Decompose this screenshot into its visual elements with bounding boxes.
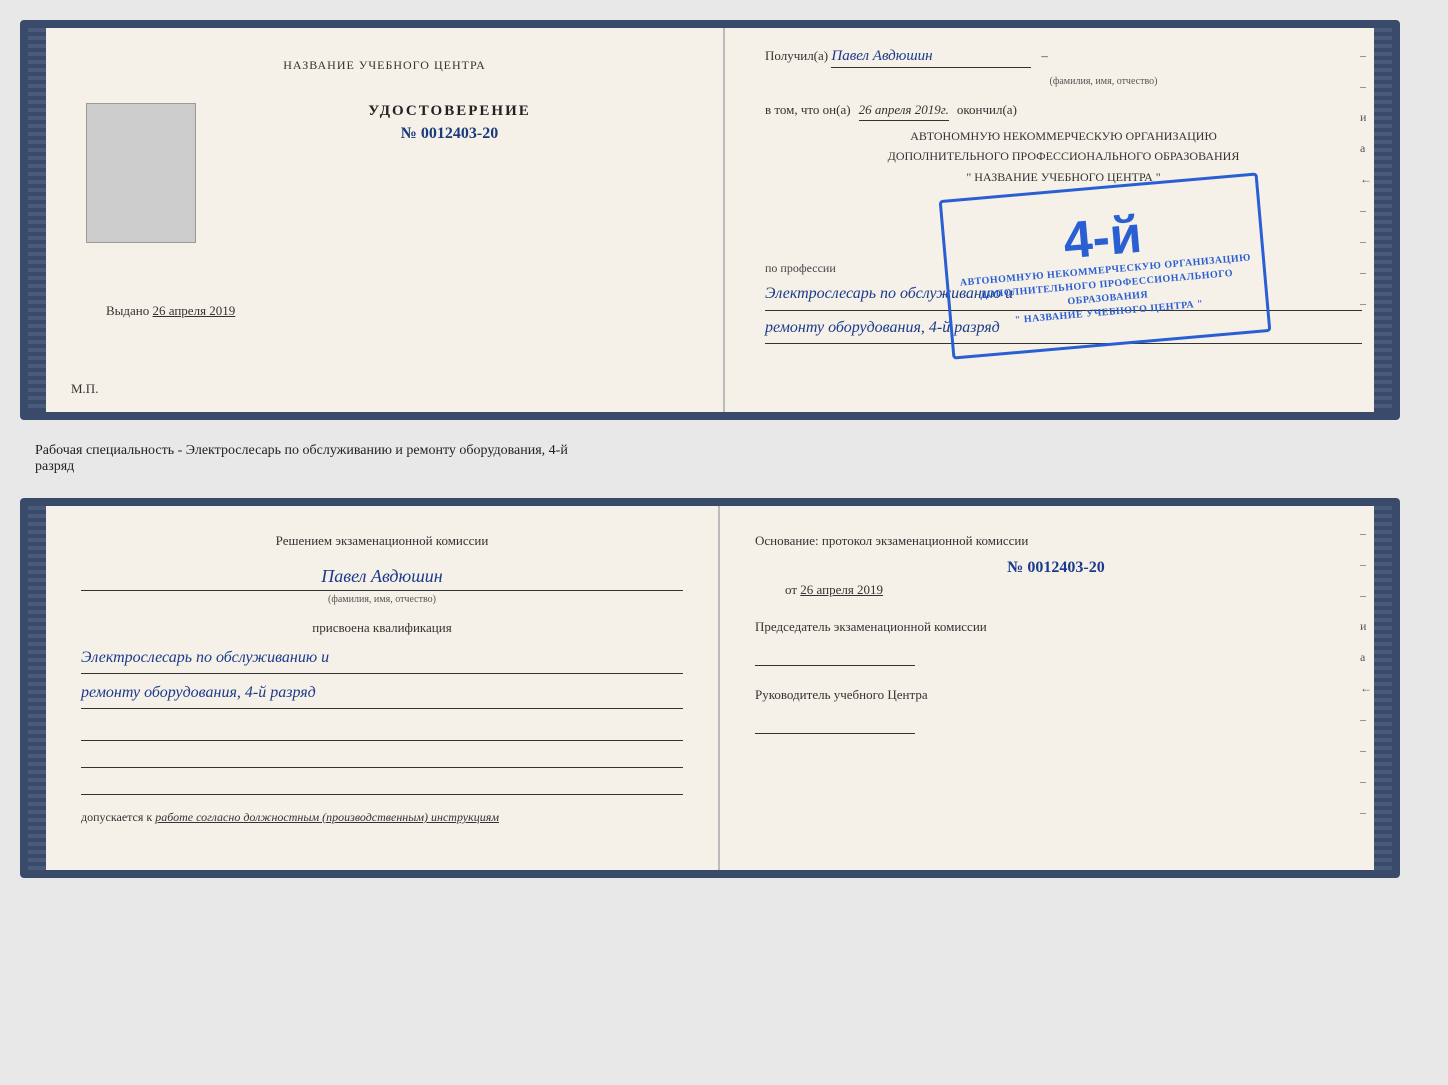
bm-dash-5: –	[1360, 743, 1372, 758]
top-document: НАЗВАНИЕ УЧЕБНОГО ЦЕНТРА УДОСТОВЕРЕНИЕ №…	[20, 20, 1400, 420]
protocol-number: № 0012403-20	[755, 559, 1357, 577]
bm-dash-7: –	[1360, 805, 1372, 820]
rukovoditel-block: Руководитель учебного Центра	[755, 686, 1357, 734]
doc-right-panel: Получил(а) Павел Авдюшин – (фамилия, имя…	[725, 28, 1392, 412]
margin-item-a: а	[1360, 141, 1372, 156]
date-value: 26 апреля 2019	[800, 582, 883, 597]
qual-line1: Электрослесарь по обслуживанию и	[81, 644, 683, 674]
mp-label: М.П.	[71, 381, 98, 397]
issued-label: Выдано	[106, 303, 149, 318]
osnov-label: Основание: протокол экзаменационной коми…	[755, 531, 1357, 551]
blank-lines	[81, 719, 683, 795]
bottom-document: Решением экзаменационной комиссии Павел …	[20, 498, 1400, 878]
predsedatel-block: Председатель экзаменационной комиссии	[755, 618, 1357, 666]
org-name: " НАЗВАНИЕ УЧЕБНОГО ЦЕНТРА "	[765, 167, 1362, 187]
middle-line2: разряд	[35, 459, 1413, 475]
doc-type-label: УДОСТОВЕРЕНИЕ	[368, 103, 531, 120]
fio-hint-top: (фамилия, имя, отчество)	[845, 76, 1362, 87]
bm-dash-4: –	[1360, 712, 1372, 727]
profession-value: Электрослесарь по обслуживанию и ремонту…	[765, 281, 1362, 344]
margin-item-arrow: ←	[1360, 172, 1372, 187]
margin-item-dash-4: –	[1360, 234, 1372, 249]
bm-a: а	[1360, 650, 1372, 665]
dash: –	[1041, 48, 1048, 64]
right-side-lines	[1374, 28, 1392, 412]
blank-line-1	[81, 719, 683, 741]
bm-dash-1: –	[1360, 526, 1372, 541]
spine-left	[28, 28, 46, 412]
profession-line2: ремонту оборудования, 4-й разряд	[765, 315, 1362, 345]
dopuskaetsya-label: допускается к	[81, 810, 152, 824]
bottom-right-margin: – – – и а ← – – – –	[1360, 526, 1372, 820]
cert-left-text: УДОСТОВЕРЕНИЕ № 0012403-20	[216, 103, 683, 143]
margin-item-dash-3: –	[1360, 203, 1372, 218]
bottom-right-panel: Основание: протокол экзаменационной коми…	[720, 506, 1392, 870]
stamp-rank: 4-й	[1061, 209, 1143, 268]
komissia-title: Решением экзаменационной комиссии	[81, 531, 683, 551]
rukovoditel-sig-line	[755, 712, 915, 734]
blank-line-2	[81, 746, 683, 768]
margin-item-dash-6: –	[1360, 296, 1372, 311]
dopuskaetsya-value: работе согласно должностным (производств…	[155, 810, 499, 824]
margin-item-dash-5: –	[1360, 265, 1372, 280]
doc-left-panel: НАЗВАНИЕ УЧЕБНОГО ЦЕНТРА УДОСТОВЕРЕНИЕ №…	[46, 28, 725, 412]
bm-dash-3: –	[1360, 588, 1372, 603]
predsedatel-title: Председатель экзаменационной комиссии	[755, 618, 1357, 636]
okonchil-label: окончил(а)	[957, 102, 1017, 118]
dopuskaetsya-block: допускается к работе согласно должностны…	[81, 810, 683, 825]
qualification-value: Электрослесарь по обслуживанию и ремонту…	[81, 644, 683, 709]
photo-placeholder	[86, 103, 196, 243]
margin-item-dash-2: –	[1360, 79, 1372, 94]
margin-item-dash-1: –	[1360, 48, 1372, 63]
protocol-date: от 26 апреля 2019	[755, 582, 1357, 598]
org-lines: АВТОНОМНУЮ НЕКОММЕРЧЕСКУЮ ОРГАНИЗАЦИЮ ДО…	[765, 126, 1362, 187]
predsedatel-sig-line	[755, 644, 915, 666]
profession-label: по профессии	[765, 261, 1362, 276]
issued-line: Выдано 26 апреля 2019	[86, 303, 683, 319]
org-block: АВТОНОМНУЮ НЕКОММЕРЧЕСКУЮ ОРГАНИЗАЦИЮ ДО…	[765, 126, 1362, 246]
bottom-right-side-lines	[1374, 506, 1392, 870]
bm-i: и	[1360, 619, 1372, 634]
institution-name-top: НАЗВАНИЕ УЧЕБНОГО ЦЕНТРА	[283, 58, 486, 73]
page-wrapper: НАЗВАНИЕ УЧЕБНОГО ЦЕНТРА УДОСТОВЕРЕНИЕ №…	[20, 20, 1428, 878]
margin-item-i: и	[1360, 110, 1372, 125]
right-margin-items: – – и а ← – – – –	[1360, 48, 1372, 311]
bm-arrow: ←	[1360, 681, 1372, 696]
doc-number: № 0012403-20	[401, 125, 498, 143]
received-label: Получил(а)	[765, 48, 828, 64]
rukovoditel-title: Руководитель учебного Центра	[755, 686, 1357, 704]
org-line2: ДОПОЛНИТЕЛЬНОГО ПРОФЕССИОНАЛЬНОГО ОБРАЗО…	[765, 146, 1362, 166]
spine-bottom-left	[28, 506, 46, 870]
vtom-label: в том, что он(а)	[765, 102, 851, 118]
blank-line-3	[81, 773, 683, 795]
vtom-date: 26 апреля 2019г.	[859, 102, 949, 121]
name-handwritten-bottom: Павел Авдюшин	[81, 566, 683, 591]
bottom-left-panel: Решением экзаменационной комиссии Павел …	[46, 506, 720, 870]
bm-dash-6: –	[1360, 774, 1372, 789]
date-ot-label: от	[785, 582, 797, 597]
middle-text: Рабочая специальность - Электрослесарь п…	[20, 438, 1428, 480]
prisvoena-label: присвоена квалификация	[81, 620, 683, 636]
bm-dash-2: –	[1360, 557, 1372, 572]
received-row: Получил(а) Павел Авдюшин –	[765, 48, 1362, 68]
profession-line1: Электрослесарь по обслуживанию и	[765, 281, 1362, 311]
qual-line2: ремонту оборудования, 4-й разряд	[81, 679, 683, 709]
org-line1: АВТОНОМНУЮ НЕКОММЕРЧЕСКУЮ ОРГАНИЗАЦИЮ	[765, 126, 1362, 146]
recipient-name: Павел Авдюшин	[831, 48, 1031, 68]
issued-date: 26 апреля 2019	[153, 303, 236, 318]
vtom-row: в том, что он(а) 26 апреля 2019г. окончи…	[765, 102, 1362, 121]
middle-line1: Рабочая специальность - Электрослесарь п…	[35, 443, 1413, 459]
cert-left-content: УДОСТОВЕРЕНИЕ № 0012403-20	[86, 103, 683, 263]
fio-hint-bottom: (фамилия, имя, отчество)	[81, 594, 683, 605]
